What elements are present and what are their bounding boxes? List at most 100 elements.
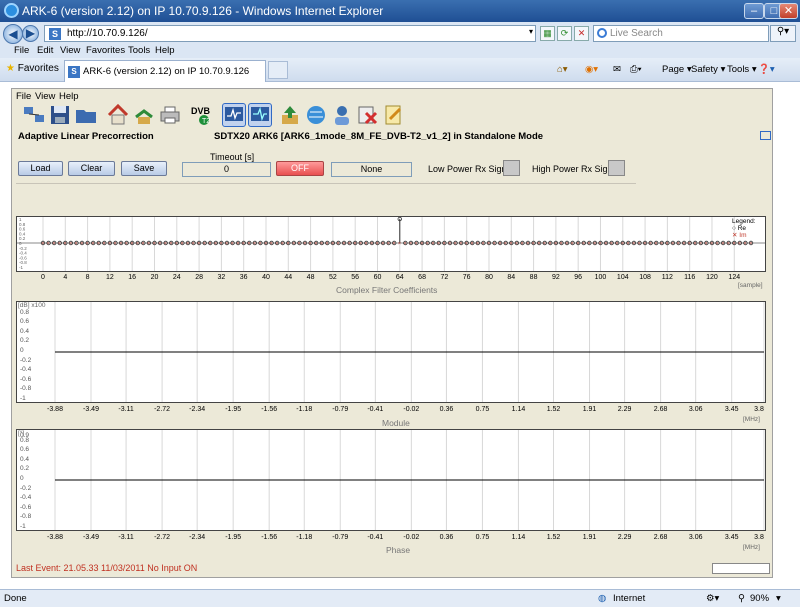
- off-toggle-button[interactable]: OFF: [276, 161, 324, 176]
- im-point: ×: [443, 241, 446, 247]
- save-button[interactable]: Save: [121, 161, 167, 176]
- controls-separator: [16, 183, 636, 184]
- x-tick-label: 1.52: [546, 406, 561, 413]
- im-point: ×: [716, 241, 719, 247]
- x-tick-label: 3.06: [688, 534, 703, 541]
- favorites-button[interactable]: ★ Favorites: [6, 63, 59, 74]
- favorites-label: Favorites: [17, 63, 59, 74]
- im-point: ×: [331, 241, 334, 247]
- network-icon[interactable]: [22, 103, 46, 127]
- restore-window-icon[interactable]: [760, 131, 771, 140]
- timeout-field[interactable]: 0: [182, 162, 271, 177]
- oscilloscope-icon[interactable]: [222, 103, 246, 127]
- im-point: ×: [571, 241, 574, 247]
- im-point: ×: [158, 241, 161, 247]
- im-point: ×: [632, 241, 635, 247]
- im-point: ×: [537, 241, 540, 247]
- im-point: ×: [459, 241, 462, 247]
- im-point: ×: [130, 241, 133, 247]
- app-menu-help[interactable]: Help: [59, 91, 79, 102]
- im-point: ×: [454, 241, 457, 247]
- im-point: ×: [197, 241, 200, 247]
- im-point: ×: [253, 241, 256, 247]
- im-point: ×: [108, 241, 111, 247]
- im-point: ×: [738, 241, 741, 247]
- im-point: ×: [431, 241, 434, 247]
- internet-zone-icon: ◍: [598, 593, 607, 604]
- menu-favorites[interactable]: Favorites: [86, 45, 125, 56]
- stop-icon[interactable]: ✕: [574, 26, 589, 41]
- x-tick-label: -3.11: [118, 534, 134, 541]
- window-title: ARK-6 (version 2.12) on IP 10.70.9.126 -…: [22, 4, 384, 18]
- globe-icon[interactable]: [304, 103, 328, 127]
- im-point: ×: [69, 241, 72, 247]
- zoom-level[interactable]: 90%: [750, 593, 769, 604]
- refresh-icon[interactable]: ⟳: [557, 26, 572, 41]
- search-button[interactable]: ⚲▾: [770, 25, 796, 42]
- new-tab-button[interactable]: [268, 61, 288, 79]
- protected-mode-icon[interactable]: ⚙▾: [706, 593, 719, 604]
- notepad-icon[interactable]: [382, 103, 406, 127]
- tools-menu[interactable]: Tools ▾: [727, 64, 757, 75]
- y-tick-label: -0.2: [20, 484, 32, 492]
- x-tick-label: -3.49: [83, 406, 99, 413]
- im-point: ×: [565, 241, 568, 247]
- im-point: ×: [186, 241, 189, 247]
- zoom-dropdown-icon[interactable]: ▾: [776, 593, 781, 604]
- user-icon[interactable]: [330, 103, 354, 127]
- help-icon[interactable]: ❓▾: [758, 64, 775, 75]
- home-page-icon[interactable]: ⌂▾: [557, 64, 568, 75]
- dvbt2-icon[interactable]: DVB T2: [190, 103, 214, 127]
- zoom-icon[interactable]: ⚲: [738, 593, 745, 604]
- home-icon[interactable]: [106, 103, 130, 127]
- minimize-button[interactable]: –: [744, 3, 764, 19]
- url-input[interactable]: S http://10.70.9.126/ ▾: [44, 25, 536, 42]
- feeds-icon[interactable]: ◉▾: [585, 64, 598, 75]
- forward-icon[interactable]: ▶: [22, 25, 39, 42]
- browser-tab[interactable]: S ARK-6 (version 2.12) on IP 10.70.9.126: [64, 60, 266, 82]
- app-menu-view[interactable]: View: [35, 91, 55, 102]
- im-point: ×: [114, 241, 117, 247]
- legend-im-label: Im: [739, 232, 747, 239]
- print-icon[interactable]: ⎙▾: [630, 64, 642, 75]
- ie-logo-icon: [4, 3, 19, 18]
- back-icon[interactable]: ◀: [3, 24, 23, 44]
- mode-title: Adaptive Linear Precorrection: [18, 131, 154, 142]
- url-dropdown-icon[interactable]: ▾: [529, 27, 533, 36]
- x-tick-label: -1.95: [225, 534, 242, 541]
- im-point: ×: [643, 241, 646, 247]
- clear-button[interactable]: Clear: [68, 161, 115, 176]
- menu-view[interactable]: View: [60, 45, 80, 56]
- menu-help[interactable]: Help: [155, 45, 175, 56]
- delete-icon[interactable]: [356, 103, 380, 127]
- upload-icon[interactable]: [278, 103, 302, 127]
- save-disk-icon[interactable]: [48, 103, 72, 127]
- safety-menu[interactable]: Safety ▾: [691, 64, 725, 75]
- status-none-field: None: [331, 162, 412, 177]
- page-menu[interactable]: Page ▾: [662, 64, 692, 75]
- load-button[interactable]: Load: [18, 161, 63, 176]
- im-point: ×: [348, 241, 351, 247]
- y-tick-label: -1: [20, 395, 26, 402]
- mail-icon[interactable]: ✉: [613, 64, 621, 75]
- printer-icon[interactable]: [158, 103, 182, 127]
- folder-icon[interactable]: [74, 103, 98, 127]
- menu-file[interactable]: File: [14, 45, 29, 56]
- im-point: ×: [125, 241, 128, 247]
- x-tick-label: 2.68: [653, 406, 668, 413]
- close-window-button[interactable]: ✕: [779, 3, 798, 19]
- recycle-icon[interactable]: [132, 103, 156, 127]
- menu-tools[interactable]: Tools: [128, 45, 150, 56]
- app-menu-file[interactable]: File: [16, 91, 31, 102]
- im-point: ×: [281, 241, 284, 247]
- im-point: ×: [671, 241, 674, 247]
- im-point: ×: [153, 241, 156, 247]
- search-input[interactable]: Live Search: [593, 25, 769, 42]
- im-point: ×: [721, 241, 724, 247]
- im-point: ×: [404, 241, 407, 247]
- monitor-wave-icon[interactable]: [248, 103, 272, 127]
- im-point: ×: [660, 241, 663, 247]
- compat-view-icon[interactable]: ▦: [540, 26, 555, 41]
- im-point: ×: [75, 241, 78, 247]
- menu-edit[interactable]: Edit: [37, 45, 53, 56]
